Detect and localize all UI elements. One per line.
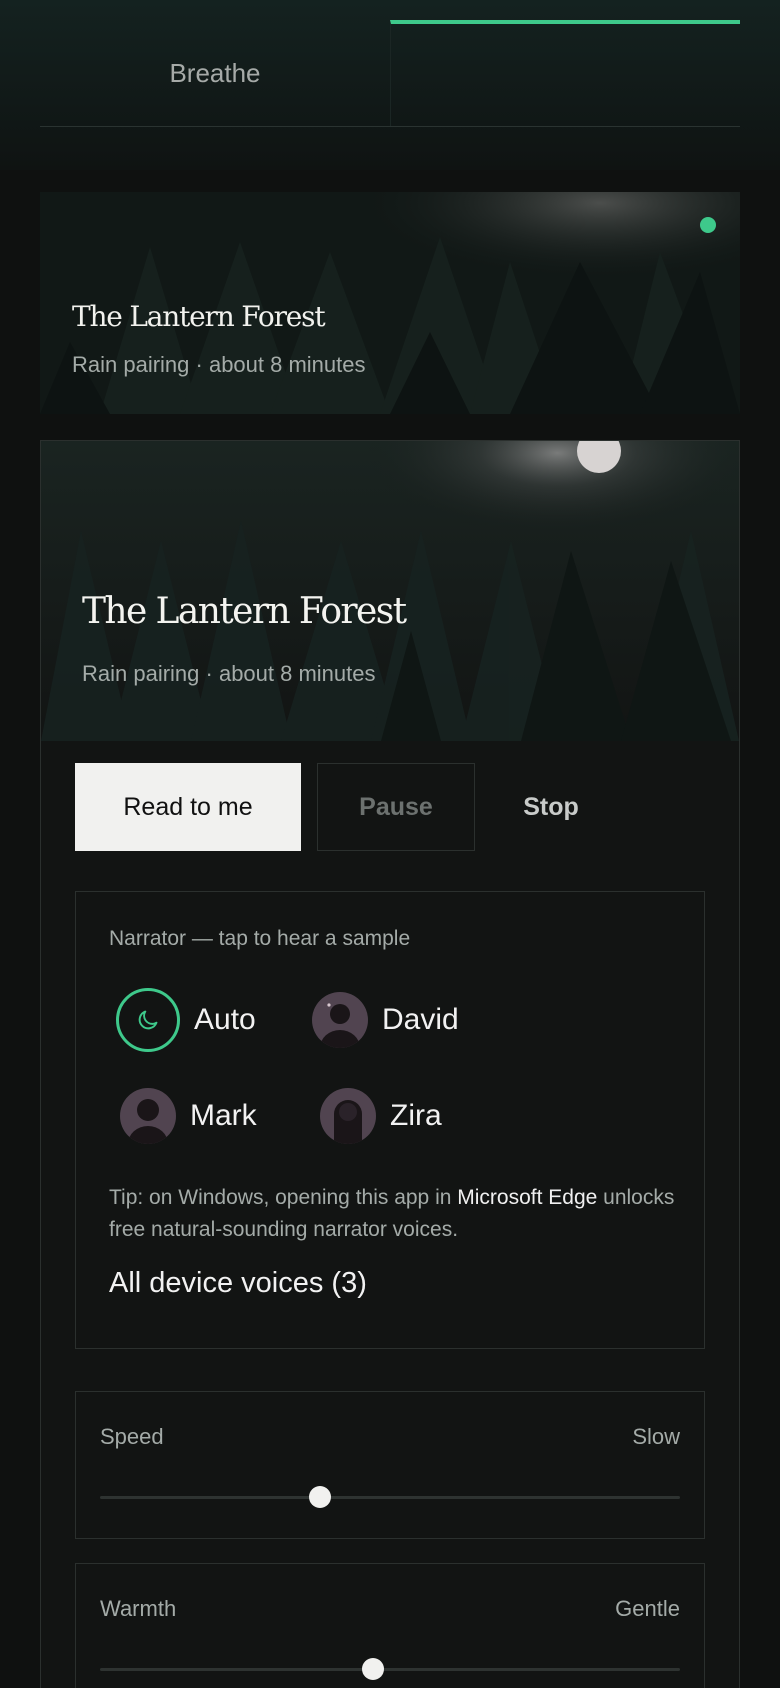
avatar-icon [320, 1088, 376, 1144]
speed-slider[interactable] [100, 1486, 680, 1508]
speed-label: Speed [100, 1424, 164, 1449]
pause-button[interactable]: Pause [317, 763, 475, 851]
voice-name: David [382, 1003, 459, 1036]
all-voices-link[interactable]: All device voices (3) [109, 1267, 367, 1300]
warmth-label: Warmth [100, 1596, 177, 1621]
warmth-slider[interactable] [100, 1658, 680, 1680]
read-button[interactable]: Read to me [75, 763, 301, 851]
story-card[interactable]: The Lantern Forest Rain pairing · about … [40, 192, 740, 414]
speed-slider-thumb[interactable] [309, 1486, 332, 1508]
story-title: The Lantern Forest [72, 300, 326, 333]
stop-button[interactable]: Stop [491, 763, 611, 851]
voice-option-auto[interactable]: Auto [116, 988, 256, 1052]
speed-value: Slow [632, 1424, 680, 1449]
narrator-label: Narrator — tap to hear a sample [109, 927, 411, 950]
voice-name: Mark [190, 1099, 257, 1132]
narrator-panel: Narrator — tap to hear a sample Auto Dav… [75, 891, 705, 1349]
tabs-divider [40, 126, 740, 127]
voice-option-david[interactable]: David [312, 992, 459, 1048]
voice-name: Zira [390, 1099, 442, 1132]
story-subtitle: Rain pairing · about 8 minutes [72, 352, 366, 377]
speed-slider-card: Speed Slow [75, 1391, 705, 1539]
warmth-slider-card: Warmth Gentle [75, 1563, 705, 1688]
warmth-value: Gentle [615, 1596, 680, 1621]
warmth-slider-thumb[interactable] [361, 1658, 384, 1680]
tab-breathe[interactable]: Breathe [40, 20, 390, 126]
player-panel: The Lantern Forest Rain pairing · about … [40, 440, 740, 1688]
avatar-icon [312, 992, 368, 1048]
moon-icon [116, 988, 180, 1052]
tip-highlight: Microsoft Edge [457, 1186, 598, 1209]
avatar-icon [120, 1088, 176, 1144]
voice-option-zira[interactable]: Zira [320, 1088, 442, 1144]
player-subtitle: Rain pairing · about 8 minutes [82, 661, 376, 686]
player-title: The Lantern Forest [82, 591, 407, 632]
tip-text: Tip: on Windows, opening this app in [109, 1186, 458, 1209]
tab-breathe-label: Breathe [169, 57, 261, 88]
voice-name: Auto [194, 1003, 256, 1036]
tab-active[interactable] [390, 20, 740, 126]
edge-tip: Tip: on Windows, opening this app in Mic… [109, 1182, 689, 1246]
status-dot [700, 217, 716, 233]
top-bar: Breathe [0, 0, 780, 170]
voice-option-mark[interactable]: Mark [120, 1088, 257, 1144]
